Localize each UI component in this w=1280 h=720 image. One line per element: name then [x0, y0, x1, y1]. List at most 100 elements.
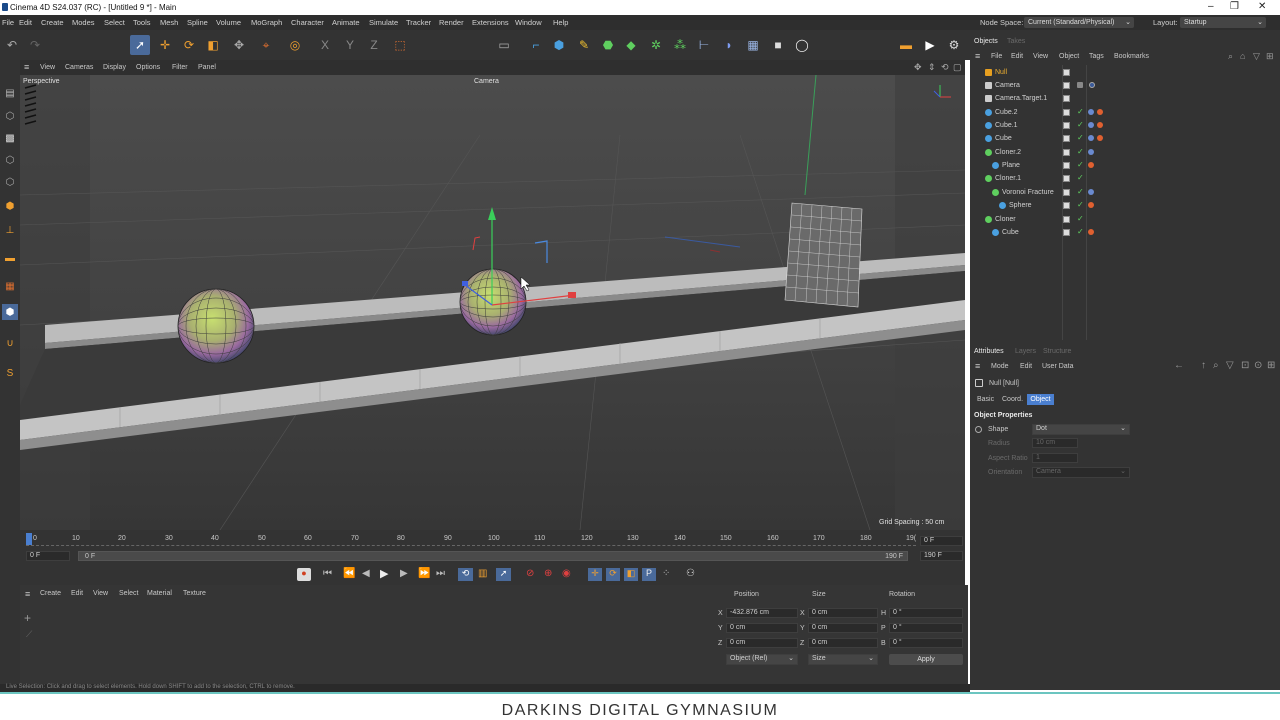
filter-icon[interactable]: ▽: [1253, 51, 1260, 62]
up-arrow-icon[interactable]: ↑: [1201, 360, 1206, 371]
texture-mode-icon[interactable]: ▩: [2, 130, 18, 146]
visibility-checkbox[interactable]: [1063, 109, 1070, 116]
viewport-menu-display[interactable]: Display: [103, 64, 126, 71]
viewport-menu-view[interactable]: View: [40, 64, 55, 71]
extrude-icon[interactable]: ◆: [621, 35, 641, 55]
material-menu-view[interactable]: View: [93, 590, 108, 597]
rotation-p-field[interactable]: 0 °: [889, 623, 963, 633]
playhead[interactable]: [26, 533, 32, 545]
floor-icon[interactable]: ▦: [743, 35, 763, 55]
node-space-dropdown[interactable]: Current (Standard/Physical) ⌄: [1024, 17, 1134, 28]
menu-create[interactable]: Create: [41, 18, 64, 27]
material-tag-icon[interactable]: [1088, 229, 1094, 235]
timeline[interactable]: 0 10 20 30 40 50 60 70 80 90 100 110 120…: [20, 530, 965, 565]
rotate-view-icon[interactable]: ⟲: [941, 62, 949, 73]
subdivision-icon[interactable]: ⬣: [598, 35, 618, 55]
points-mode-icon[interactable]: ⬡: [2, 152, 18, 168]
scale-icon[interactable]: ◧: [203, 35, 223, 55]
object-menu-object[interactable]: Object: [1059, 53, 1079, 60]
visibility-checkbox[interactable]: [1063, 95, 1070, 102]
material-menu-material[interactable]: Material: [147, 590, 172, 597]
tab-objects[interactable]: Objects: [974, 38, 998, 45]
workplane-icon[interactable]: ⬢: [2, 304, 18, 320]
enabled-check-icon[interactable]: ✓: [1077, 200, 1084, 209]
target-tag-icon[interactable]: [1089, 82, 1095, 88]
filter-icon[interactable]: ▽: [1226, 360, 1234, 371]
phong-tag-icon[interactable]: [1088, 109, 1094, 115]
object-row[interactable]: Cube ✓: [970, 227, 1280, 240]
object-row[interactable]: Camera: [970, 80, 1280, 93]
phong-tag-icon[interactable]: [1088, 189, 1094, 195]
cube-object-icon[interactable]: ⬢: [549, 35, 569, 55]
menu-spline[interactable]: Spline: [187, 18, 208, 27]
light-icon[interactable]: ◯: [792, 35, 812, 55]
model-mode-icon[interactable]: ⬡: [2, 108, 18, 124]
subtab-coord[interactable]: Coord.: [1002, 396, 1023, 403]
material-tag-icon[interactable]: [1088, 202, 1094, 208]
go-to-end-icon[interactable]: ⏭: [436, 568, 445, 579]
material-menu-select[interactable]: Select: [119, 590, 138, 597]
null-object-icon[interactable]: ⌐: [526, 35, 546, 55]
size-x-field[interactable]: 0 cm: [808, 608, 878, 618]
visibility-checkbox[interactable]: [1063, 162, 1070, 169]
new-window-icon[interactable]: ⊞: [1267, 360, 1275, 371]
menu-mograph[interactable]: MoGraph: [251, 18, 282, 27]
pan-view-icon[interactable]: ✥: [914, 62, 922, 73]
hamburger-icon[interactable]: ≡: [975, 51, 980, 61]
render-settings-icon[interactable]: ⚙: [944, 35, 964, 55]
magnet-icon[interactable]: ∪: [2, 335, 18, 351]
place-icon[interactable]: ⌖: [256, 35, 276, 55]
add-material-icon[interactable]: +: [24, 611, 31, 625]
minimize-button[interactable]: –: [1208, 1, 1214, 12]
position-y-field[interactable]: 0 cm: [726, 623, 798, 633]
cloner-icon[interactable]: ✲: [646, 35, 666, 55]
world-coordinates-icon[interactable]: ⬚: [390, 35, 410, 55]
visibility-checkbox[interactable]: [1063, 69, 1070, 76]
subtab-basic[interactable]: Basic: [977, 396, 994, 403]
enabled-check-icon[interactable]: ✓: [1077, 133, 1084, 142]
undo-icon[interactable]: ↶: [2, 35, 22, 55]
viewport[interactable]: Perspective Camera Grid Spacing : 50 cm: [20, 75, 965, 530]
key-pla-icon[interactable]: ⁘: [662, 568, 670, 579]
visibility-checkbox[interactable]: [1063, 82, 1070, 89]
viewport-menu-panel[interactable]: Panel: [198, 64, 216, 71]
restore-button[interactable]: ❐: [1230, 1, 1239, 12]
sound-icon[interactable]: ➚: [496, 568, 511, 581]
menu-animate[interactable]: Animate: [332, 18, 360, 27]
menu-help[interactable]: Help: [553, 18, 568, 27]
object-row[interactable]: Camera.Target.1: [970, 93, 1280, 106]
soft-selection-icon[interactable]: S: [2, 365, 18, 381]
timeline-settings-icon[interactable]: ▥: [478, 568, 487, 579]
object-menu-bookmarks[interactable]: Bookmarks: [1114, 53, 1149, 60]
enabled-check-icon[interactable]: ✓: [1077, 107, 1084, 116]
viewport-menu-cameras[interactable]: Cameras: [65, 64, 93, 71]
loop-icon[interactable]: ⟲: [458, 568, 473, 581]
phong-tag-icon[interactable]: [1088, 149, 1094, 155]
previous-key-icon[interactable]: ⏪: [343, 568, 355, 579]
field-icon[interactable]: ◗: [719, 35, 739, 55]
enabled-check-icon[interactable]: ✓: [1077, 120, 1084, 129]
hamburger-icon[interactable]: ≡: [25, 589, 30, 599]
hamburger-icon[interactable]: ≡: [24, 62, 29, 72]
rotation-b-field[interactable]: 0 °: [889, 638, 963, 648]
subtab-object[interactable]: Object: [1027, 394, 1054, 405]
y-axis-lock-icon[interactable]: Y: [340, 35, 360, 55]
autokey-icon[interactable]: ◉: [562, 568, 571, 579]
position-z-field[interactable]: 0 cm: [726, 638, 798, 648]
tab-takes[interactable]: Takes: [1007, 38, 1025, 45]
radius-field[interactable]: 10 cm: [1032, 438, 1078, 448]
menu-simulate[interactable]: Simulate: [369, 18, 398, 27]
apply-button[interactable]: Apply: [889, 654, 963, 665]
next-key-icon[interactable]: ⏩: [418, 568, 430, 579]
menu-select[interactable]: Select: [104, 18, 125, 27]
menu-volume[interactable]: Volume: [216, 18, 241, 27]
object-row[interactable]: Cube ✓: [970, 133, 1280, 146]
current-frame-field[interactable]: 0 F: [920, 536, 963, 546]
menu-window[interactable]: Window: [515, 18, 542, 27]
object-menu-view[interactable]: View: [1033, 53, 1048, 60]
orientation-dropdown[interactable]: Camera ⌄: [1032, 467, 1130, 478]
menu-render[interactable]: Render: [439, 18, 464, 27]
rotate-icon[interactable]: ⟳: [179, 35, 199, 55]
record-position-icon[interactable]: ⊘: [526, 568, 534, 579]
camera-icon[interactable]: ■: [768, 35, 788, 55]
